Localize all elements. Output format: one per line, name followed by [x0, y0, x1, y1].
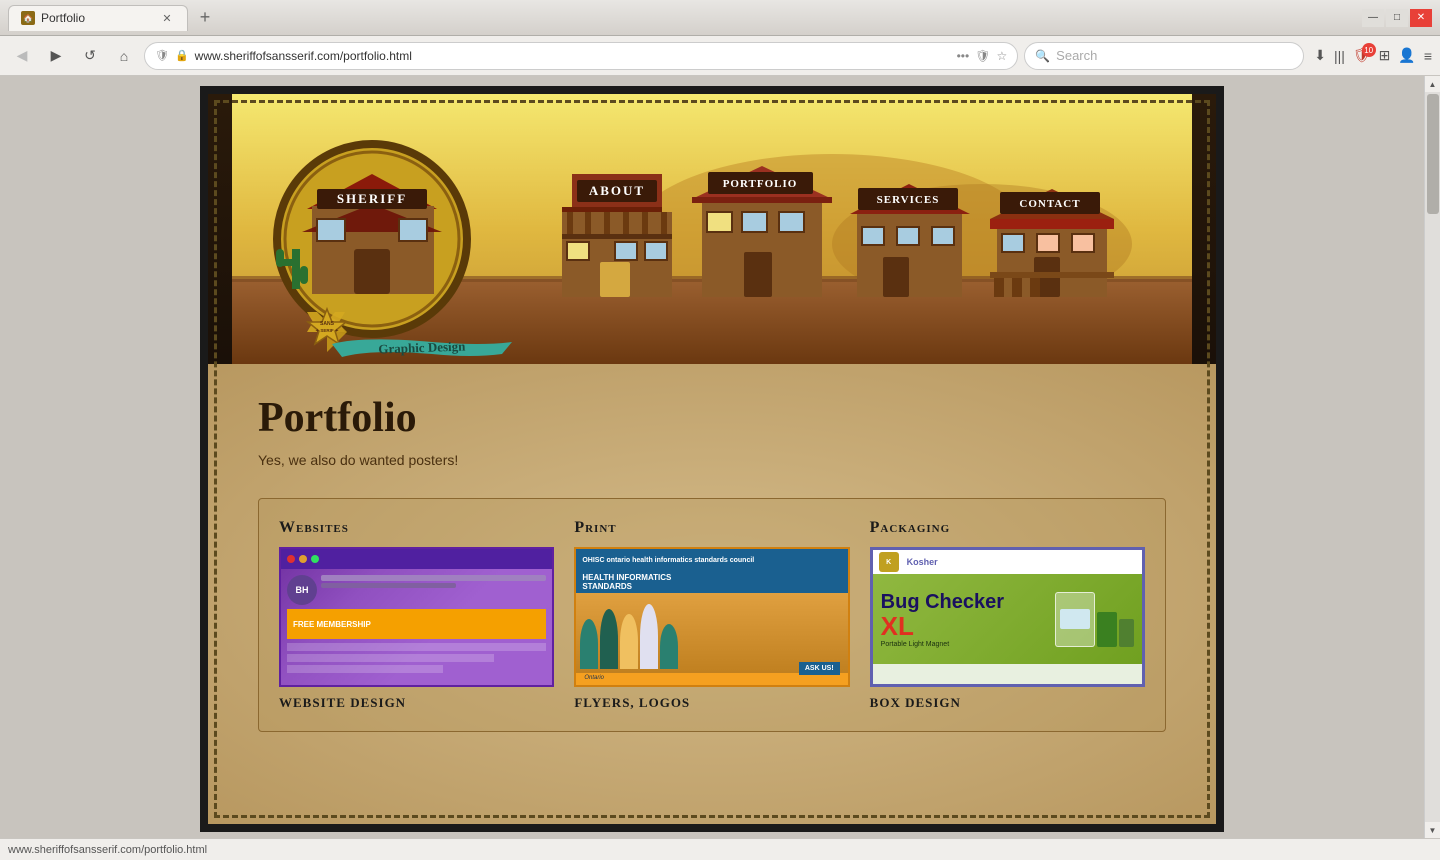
website-inner: SHERIFF: [200, 86, 1224, 832]
pkg-logo: K: [879, 552, 899, 572]
scroll-up-arrow[interactable]: ▲: [1425, 76, 1440, 92]
packaging-screenshot[interactable]: K Kosher Bug Checker XL Portable Light M…: [870, 547, 1145, 687]
website-row: [287, 643, 546, 651]
websites-category: Websites BH: [279, 519, 554, 711]
minimize-button[interactable]: —: [1362, 9, 1384, 27]
svg-text:CONTACT: CONTACT: [1019, 198, 1080, 210]
reload-button[interactable]: ↺: [76, 42, 104, 70]
packaging-category: Packaging K Kosher Bug Checker XL: [870, 519, 1145, 711]
website-content: BH FREE MEMBERSHIP: [281, 569, 552, 682]
website-row-2: [287, 654, 494, 662]
person-4: [640, 604, 658, 669]
menu-icon[interactable]: ≡: [1424, 48, 1432, 64]
tab-close-button[interactable]: ✕: [159, 10, 175, 26]
tab-title: Portfolio: [41, 11, 85, 25]
dot-yellow: [299, 555, 307, 563]
more-button[interactable]: •••: [957, 49, 970, 63]
page-title: Portfolio: [258, 394, 1166, 442]
scrollbar[interactable]: ▲ ▼: [1424, 76, 1440, 838]
person-2: [600, 609, 618, 669]
bookmark-icon[interactable]: ☆: [996, 49, 1007, 63]
new-tab-button[interactable]: +: [192, 5, 218, 31]
shield-badge: 10: [1362, 43, 1376, 57]
header-illustration: SHERIFF: [208, 94, 1216, 364]
person-5: [660, 624, 678, 669]
tab-bar: 🏠 Portfolio ✕ +: [8, 5, 218, 31]
address-bar[interactable]: 🛡 🔒 www.sheriffofsansserif.com/portfolio…: [144, 42, 1018, 70]
website-banner: FREE MEMBERSHIP: [287, 609, 546, 639]
search-bar[interactable]: 🔍 Search: [1024, 42, 1304, 70]
print-header: OHISC ontario health informatics standar…: [576, 549, 847, 571]
titlebar: 🏠 Portfolio ✕ + — □ ✕: [0, 0, 1440, 36]
reader-icon[interactable]: 🛡: [975, 49, 990, 63]
home-button[interactable]: ⌂: [110, 42, 138, 70]
content-area: SHERIFF: [0, 76, 1424, 838]
print-title: Print: [574, 519, 849, 537]
print-ask: ASK US!: [799, 662, 840, 675]
toolbar-icons: ⬇ ||| 🛡 10 ⊞ 👤 ≡: [1314, 47, 1432, 64]
svg-text:SHERIFF: SHERIFF: [337, 191, 407, 206]
scroll-thumb[interactable]: [1427, 94, 1439, 214]
svg-text:✦ SERIF ✦: ✦ SERIF ✦: [315, 328, 339, 333]
print-screenshot[interactable]: OHISC ontario health informatics standar…: [574, 547, 849, 687]
back-button[interactable]: ◀: [8, 42, 36, 70]
status-url: www.sheriffofsansserif.com/portfolio.htm…: [8, 844, 207, 856]
scroll-track[interactable]: [1425, 92, 1440, 822]
lock-icon: 🔒: [175, 49, 189, 62]
dot-green: [311, 555, 319, 563]
search-placeholder: Search: [1056, 48, 1097, 63]
svg-text:Graphic Design: Graphic Design: [378, 338, 466, 356]
website-row-3: [287, 665, 443, 673]
dot-red: [287, 555, 295, 563]
library-icon[interactable]: |||: [1334, 48, 1345, 64]
print-category: Print OHISC ontario health informatics s…: [574, 519, 849, 711]
forward-button[interactable]: ▶: [42, 42, 70, 70]
address-actions: ••• 🛡 ☆: [957, 49, 1008, 63]
download-icon[interactable]: ⬇: [1314, 47, 1326, 64]
active-tab[interactable]: 🏠 Portfolio ✕: [8, 5, 188, 31]
website-screenshot[interactable]: BH FREE MEMBERSHIP: [279, 547, 554, 687]
websites-subtitle: Website design: [279, 695, 554, 711]
person-1: [580, 619, 598, 669]
site-body: Portfolio Yes, we also do wanted posters…: [208, 364, 1216, 824]
websites-title: Websites: [279, 519, 554, 537]
website-wrapper: SHERIFF: [0, 76, 1424, 838]
svg-text:PORTFOLIO: PORTFOLIO: [723, 178, 798, 190]
packaging-subtitle: Box design: [870, 695, 1145, 711]
security-icon: 🛡: [155, 49, 169, 62]
site-header: SHERIFF: [208, 94, 1216, 364]
pkg-header: K Kosher: [873, 550, 1142, 574]
tab-favicon: 🏠: [21, 11, 35, 25]
pkg-content: Bug Checker XL Portable Light Magnet: [873, 574, 1142, 664]
browser-bar: [281, 549, 552, 569]
maximize-button[interactable]: □: [1386, 9, 1408, 27]
search-icon: 🔍: [1035, 49, 1050, 63]
page-subtitle: Yes, we also do wanted posters!: [258, 452, 1166, 468]
svg-text:SERVICES: SERVICES: [877, 194, 940, 206]
close-button[interactable]: ✕: [1410, 9, 1432, 27]
window-controls: — □ ✕: [1362, 9, 1432, 27]
url-text: www.sheriffofsansserif.com/portfolio.htm…: [195, 49, 951, 63]
nav-bar: ◀ ▶ ↺ ⌂ 🛡 🔒 www.sheriffofsansserif.com/p…: [0, 36, 1440, 76]
portfolio-section: Websites BH: [258, 498, 1166, 732]
packaging-title: Packaging: [870, 519, 1145, 537]
extensions-icon[interactable]: ⊞: [1379, 47, 1391, 64]
scroll-down-arrow[interactable]: ▼: [1425, 822, 1440, 838]
shield-icon[interactable]: 🛡 10: [1353, 47, 1371, 64]
profile-icon[interactable]: 👤: [1398, 47, 1415, 64]
print-people: [576, 593, 847, 673]
person-3: [620, 614, 638, 669]
status-bar: www.sheriffofsansserif.com/portfolio.htm…: [0, 838, 1440, 860]
svg-text:ABOUT: ABOUT: [589, 183, 645, 198]
svg-text:SANS: SANS: [320, 321, 335, 327]
print-subtitle: Flyers, Logos: [574, 695, 849, 711]
portfolio-grid: Websites BH: [279, 519, 1145, 711]
